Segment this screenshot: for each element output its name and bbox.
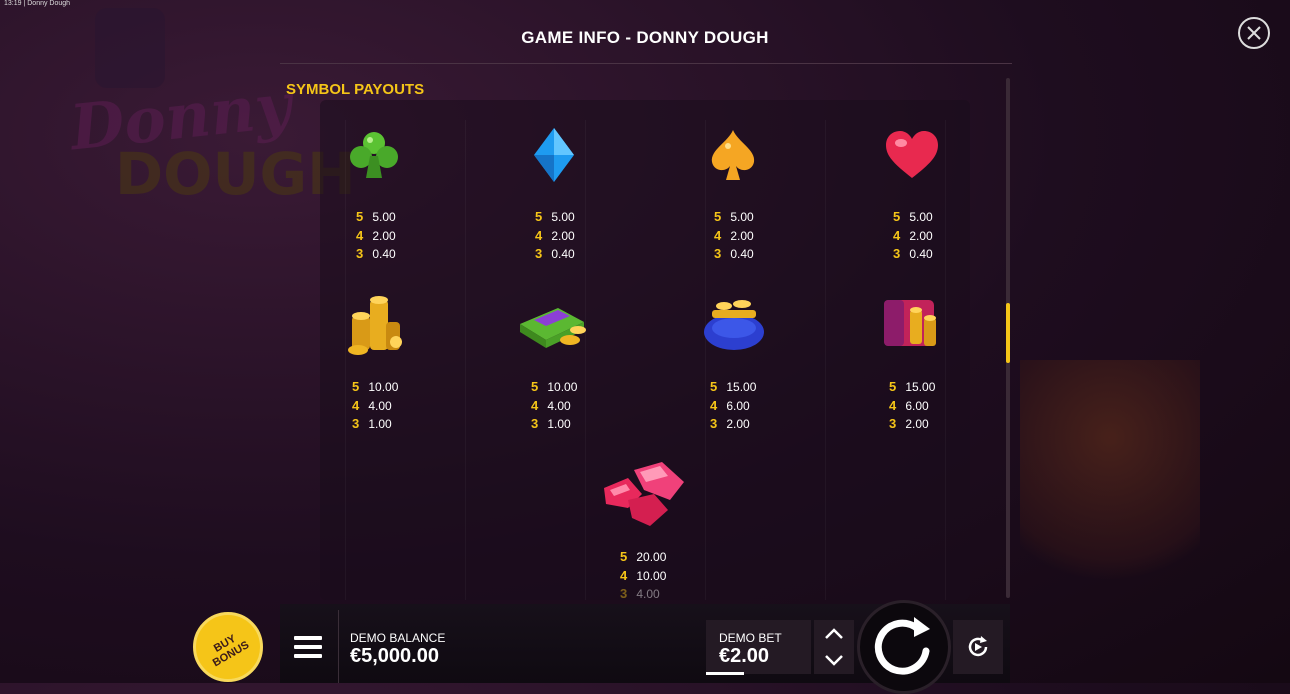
close-icon: [1247, 26, 1261, 40]
payout-list: 5 15.00 4 6.00 3 2.00: [710, 379, 757, 431]
coin-stack-icon: [348, 296, 402, 355]
payout-list: 5 5.00 4 2.00 3 0.40: [356, 209, 396, 261]
autoplay-button[interactable]: [953, 620, 1003, 674]
buy-bonus-button[interactable]: BUY BONUS: [193, 612, 263, 682]
payout-list: 5 5.00 4 2.00 3 0.40: [535, 209, 575, 261]
cash-stack-icon: [520, 308, 586, 348]
bet-value: €2.00: [719, 645, 770, 667]
divider: [338, 610, 339, 683]
bet-label: DEMO BET: [719, 631, 782, 645]
status-time: 13:19: [4, 0, 22, 7]
status-app-name: Donny Dough: [27, 0, 71, 7]
balance-value: €5,000.00: [350, 645, 439, 667]
spade-icon: [711, 130, 755, 180]
bet-indicator: [706, 672, 744, 675]
payout-list: 5 15.00 4 6.00 3 2.00: [889, 379, 936, 431]
safe-icon: [884, 300, 936, 346]
payout-list: 5 5.00 4 2.00 3 0.40: [893, 209, 933, 261]
title-divider: [280, 63, 1012, 64]
spin-icon: [874, 617, 930, 675]
autoplay-icon: [968, 636, 988, 657]
background-logo-top: Donny: [66, 68, 295, 165]
spin-button[interactable]: [857, 600, 951, 694]
payout-list: 5 20.00 4 10.00 3 4.00: [620, 549, 667, 601]
payout-list: 5 10.00 4 4.00 3 1.00: [531, 379, 578, 431]
chevron-down-icon[interactable]: [824, 654, 844, 666]
menu-icon: [294, 636, 322, 658]
bet-adjust: [814, 620, 854, 674]
pink-gems-icon: [604, 462, 684, 526]
scrollbar-thumb[interactable]: [1006, 303, 1010, 363]
page-title: GAME INFO - DONNY DOUGH: [521, 28, 769, 47]
payout-list: 5 10.00 4 4.00 3 1.00: [352, 379, 399, 431]
status-bar: 13:19 | Donny Dough: [4, 0, 71, 7]
background-character: [1020, 360, 1200, 620]
menu-button[interactable]: [294, 636, 322, 660]
section-title: SYMBOL PAYOUTS: [286, 81, 425, 98]
close-button[interactable]: [1238, 17, 1270, 49]
balance-label: DEMO BALANCE: [350, 631, 446, 645]
coin-purse-icon: [704, 300, 764, 350]
heart-icon: [886, 131, 938, 178]
chevron-up-icon[interactable]: [824, 628, 844, 640]
diamond-icon: [534, 128, 574, 182]
payout-list: 5 5.00 4 2.00 3 0.40: [714, 209, 754, 261]
background-hat: [95, 8, 165, 88]
buy-bonus-label: BUY BONUS: [210, 632, 252, 670]
club-icon: [350, 132, 398, 178]
